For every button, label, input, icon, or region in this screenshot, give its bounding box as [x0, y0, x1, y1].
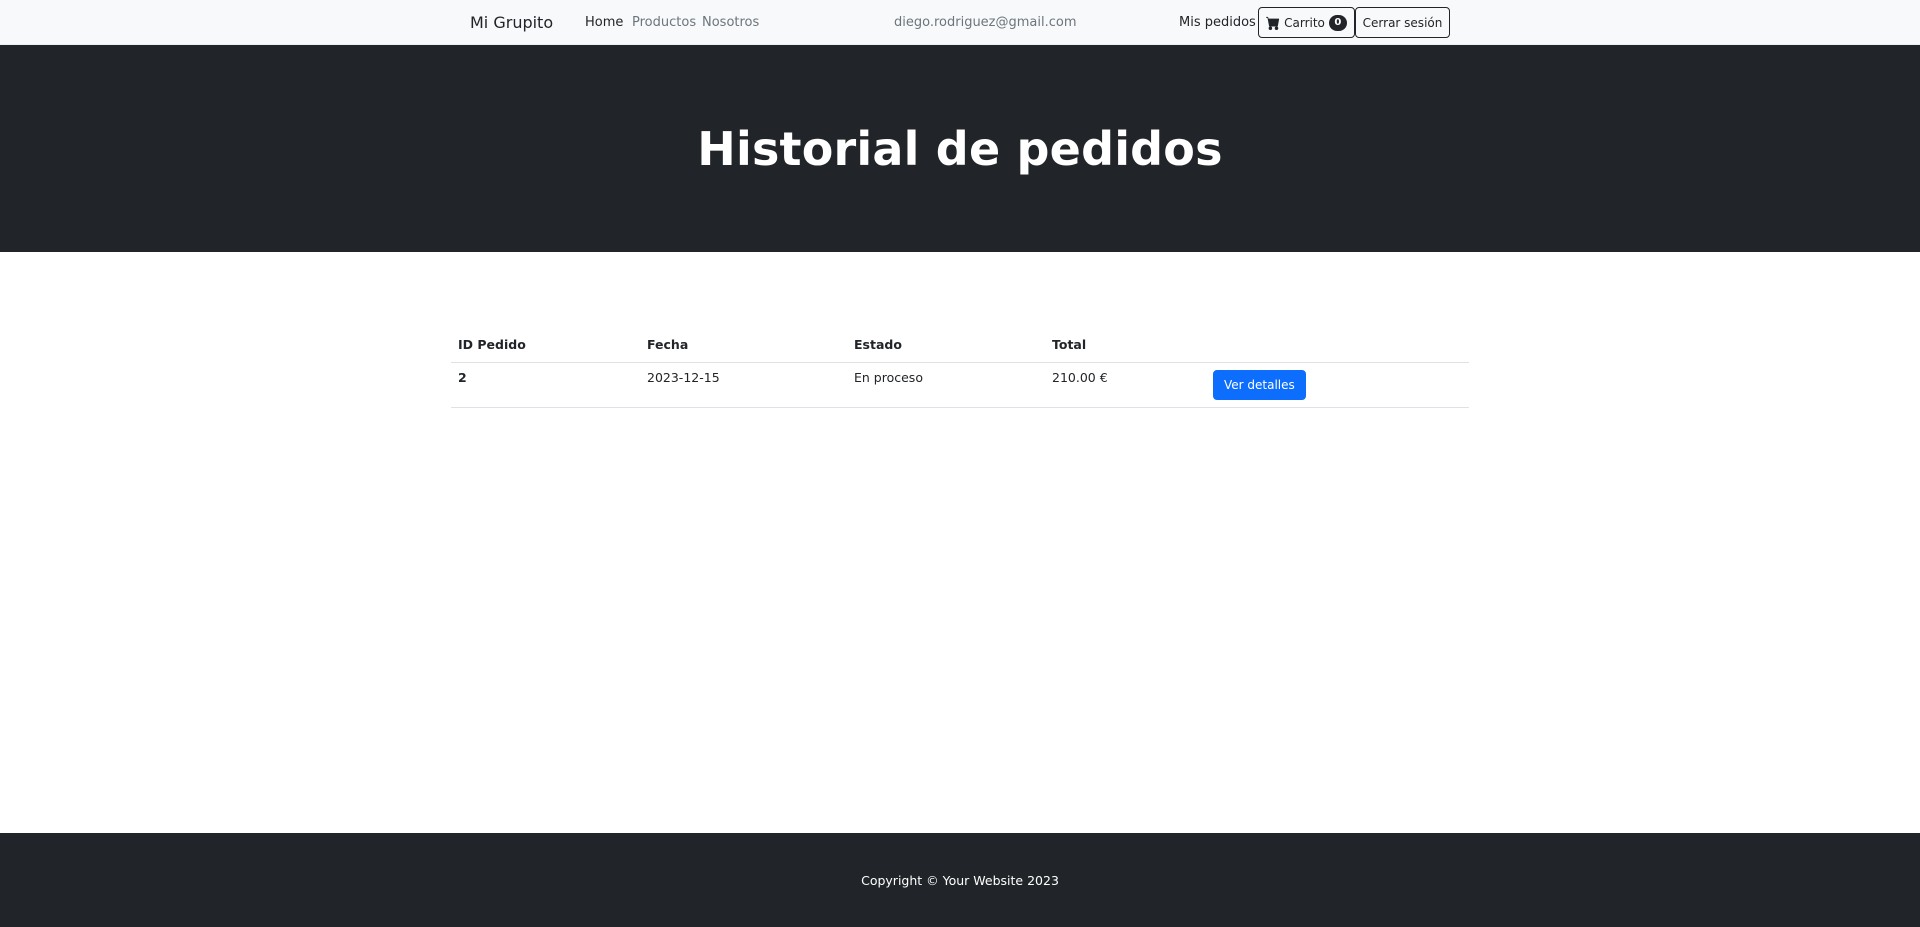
my-orders-link[interactable]: Mis pedidos [1179, 0, 1256, 45]
logout-button[interactable]: Cerrar sesión [1355, 7, 1450, 38]
order-status-cell: En proceso [847, 362, 1045, 408]
orders-table: ID Pedido Fecha Estado Total 2 2023-12-1… [451, 328, 1469, 408]
cart-count-badge: 0 [1328, 14, 1347, 31]
user-email: diego.rodriguez@gmail.com [894, 15, 1077, 30]
table-header-row: ID Pedido Fecha Estado Total [451, 328, 1469, 363]
brand-link[interactable]: Mi Grupito [470, 0, 553, 45]
order-action-cell: Ver detalles [1206, 362, 1469, 408]
view-details-button[interactable]: Ver detalles [1213, 369, 1306, 400]
column-header-id: ID Pedido [451, 328, 640, 363]
copyright-text: Copyright © Your Website 2023 [861, 872, 1059, 888]
table-row: 2 2023-12-15 En proceso 210.00 € Ver det… [451, 362, 1469, 408]
cart-button[interactable]: Carrito 0 [1258, 7, 1355, 38]
nav-link-productos[interactable]: Productos [632, 0, 696, 45]
nav-link-home[interactable]: Home [585, 0, 623, 45]
nav-link-nosotros[interactable]: Nosotros [702, 0, 759, 45]
page-title: Historial de pedidos [697, 121, 1223, 176]
order-id-cell: 2 [451, 362, 640, 408]
cart-icon [1266, 16, 1280, 30]
cart-label: Carrito [1284, 15, 1325, 30]
page-header: Historial de pedidos [0, 45, 1920, 252]
column-header-status: Estado [847, 328, 1045, 363]
column-header-total: Total [1045, 328, 1206, 363]
navbar: Mi Grupito Home Productos Nosotros diego… [0, 0, 1920, 45]
footer: Copyright © Your Website 2023 [0, 833, 1920, 927]
orders-section: ID Pedido Fecha Estado Total 2 2023-12-1… [451, 328, 1469, 408]
column-header-date: Fecha [640, 328, 847, 363]
order-total-cell: 210.00 € [1045, 362, 1206, 408]
order-date-cell: 2023-12-15 [640, 362, 847, 408]
column-header-actions [1206, 328, 1469, 363]
